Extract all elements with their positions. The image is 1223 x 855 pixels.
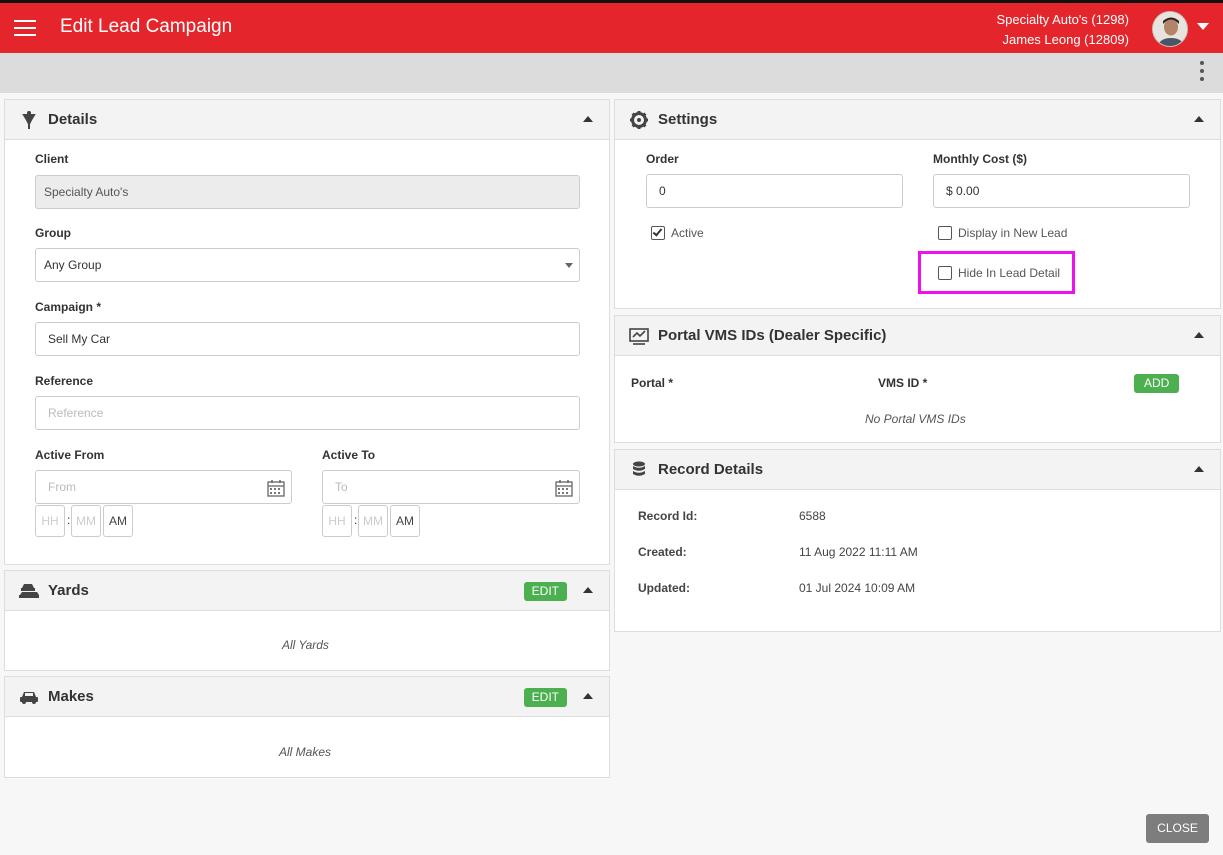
from-hour-input[interactable]: HH xyxy=(35,505,65,537)
car-icon xyxy=(20,692,38,704)
portal-empty-text: No Portal VMS IDs xyxy=(865,412,966,426)
details-header[interactable]: Details xyxy=(5,100,609,140)
hamburger-icon[interactable] xyxy=(14,20,36,36)
yards-panel: Yards EDIT All Yards xyxy=(4,570,610,671)
makes-edit-button[interactable]: EDIT xyxy=(523,688,567,707)
group-label: Group xyxy=(35,226,71,240)
record-details-header[interactable]: Record Details xyxy=(615,450,1220,490)
updated-value: 01 Jul 2024 10:09 AM xyxy=(799,581,916,595)
yards-edit-button[interactable]: EDIT xyxy=(523,582,567,601)
caret-down-icon[interactable] xyxy=(1197,23,1209,30)
to-minute-input[interactable]: MM xyxy=(358,505,388,537)
reference-input[interactable]: Reference xyxy=(35,396,580,430)
client-field: Specialty Auto's xyxy=(35,175,580,209)
hide-lead-detail-label: Hide In Lead Detail xyxy=(958,266,1061,280)
cars-icon xyxy=(19,584,39,598)
portal-vms-panel: Portal VMS IDs (Dealer Specific) Portal … xyxy=(614,315,1221,443)
to-hour-input[interactable]: HH xyxy=(322,505,352,537)
time-separator: : xyxy=(67,513,71,527)
details-title: Details xyxy=(48,111,98,128)
hide-lead-detail-checkbox[interactable] xyxy=(938,266,952,280)
collapse-caret-icon[interactable] xyxy=(583,693,593,699)
portal-column-header: Portal * xyxy=(631,376,674,390)
active-checkbox[interactable] xyxy=(651,226,665,240)
display-new-lead-label: Display in New Lead xyxy=(958,226,1068,240)
record-id-value: 6588 xyxy=(799,509,826,523)
active-to-input[interactable]: To xyxy=(322,470,580,504)
group-select[interactable]: Any Group xyxy=(35,248,580,282)
yards-title: Yards xyxy=(48,582,89,599)
created-label: Created: xyxy=(638,545,687,559)
makes-panel: Makes EDIT All Makes xyxy=(4,676,610,778)
reference-label: Reference xyxy=(35,374,94,388)
collapse-caret-icon[interactable] xyxy=(1194,116,1204,122)
action-bar xyxy=(0,53,1223,93)
record-details-title: Record Details xyxy=(658,461,764,478)
active-to-label: Active To xyxy=(322,448,376,462)
record-details-panel: Record Details Record Id: 6588 Created: … xyxy=(614,449,1221,632)
record-id-label: Record Id: xyxy=(638,509,698,523)
user-info[interactable]: Specialty Auto's (1298) James Leong (128… xyxy=(996,10,1129,50)
user-name: James Leong (12809) xyxy=(1002,32,1129,47)
vms-id-column-header: VMS ID * xyxy=(878,376,928,390)
portal-vms-title: Portal VMS IDs (Dealer Specific) xyxy=(658,327,887,344)
details-panel: Details Client Specialty Auto's Group An… xyxy=(4,99,610,565)
kebab-icon[interactable] xyxy=(1197,61,1207,85)
group-value: Any Group xyxy=(44,258,102,272)
client-label: Client xyxy=(35,152,69,166)
display-new-lead-checkbox[interactable] xyxy=(938,226,952,240)
yards-empty-text: All Yards xyxy=(282,638,329,652)
campaign-label: Campaign * xyxy=(35,300,102,314)
checkmark-icon xyxy=(652,226,663,237)
portal-icon xyxy=(629,328,649,345)
top-app-bar: Edit Lead Campaign Specialty Auto's (129… xyxy=(0,0,1223,53)
active-to-placeholder: To xyxy=(335,480,348,494)
created-value: 11 Aug 2022 11:11 AM xyxy=(799,545,918,559)
to-ampm-toggle[interactable]: AM xyxy=(390,505,420,537)
funnel-icon xyxy=(22,111,36,129)
makes-title: Makes xyxy=(48,688,94,705)
collapse-caret-icon[interactable] xyxy=(583,587,593,593)
makes-header[interactable]: Makes EDIT xyxy=(5,677,609,717)
dealer-name: Specialty Auto's (1298) xyxy=(996,12,1129,27)
active-from-placeholder: From xyxy=(48,480,76,494)
add-portal-button[interactable]: ADD xyxy=(1134,374,1180,393)
updated-label: Updated: xyxy=(638,581,690,595)
settings-panel: Settings Order 0 Monthly Cost ($) $ 0.00… xyxy=(614,99,1221,309)
database-icon xyxy=(633,461,645,476)
active-from-input[interactable]: From xyxy=(35,470,292,504)
avatar[interactable] xyxy=(1152,11,1188,47)
time-separator: : xyxy=(354,513,358,527)
settings-title: Settings xyxy=(658,111,718,128)
chevron-down-icon xyxy=(565,263,573,268)
order-input[interactable]: 0 xyxy=(646,174,903,208)
monthly-cost-label: Monthly Cost ($) xyxy=(933,152,1027,166)
yards-header[interactable]: Yards EDIT xyxy=(5,571,609,611)
close-button[interactable]: CLOSE xyxy=(1146,814,1209,843)
gear-icon xyxy=(630,111,648,129)
collapse-caret-icon[interactable] xyxy=(1194,332,1204,338)
order-label: Order xyxy=(646,152,679,166)
calendar-icon[interactable] xyxy=(267,479,285,497)
collapse-caret-icon[interactable] xyxy=(583,116,593,122)
campaign-input[interactable]: Sell My Car xyxy=(35,322,580,356)
page-title: Edit Lead Campaign xyxy=(60,16,233,37)
makes-empty-text: All Makes xyxy=(279,745,332,759)
from-ampm-toggle[interactable]: AM xyxy=(103,505,133,537)
collapse-caret-icon[interactable] xyxy=(1194,466,1204,472)
calendar-icon[interactable] xyxy=(555,479,573,497)
active-label: Active xyxy=(671,226,704,240)
active-from-label: Active From xyxy=(35,448,105,462)
from-minute-input[interactable]: MM xyxy=(71,505,101,537)
settings-header[interactable]: Settings xyxy=(615,100,1220,140)
monthly-cost-input[interactable]: $ 0.00 xyxy=(933,174,1190,208)
portal-vms-header[interactable]: Portal VMS IDs (Dealer Specific) xyxy=(615,316,1220,356)
